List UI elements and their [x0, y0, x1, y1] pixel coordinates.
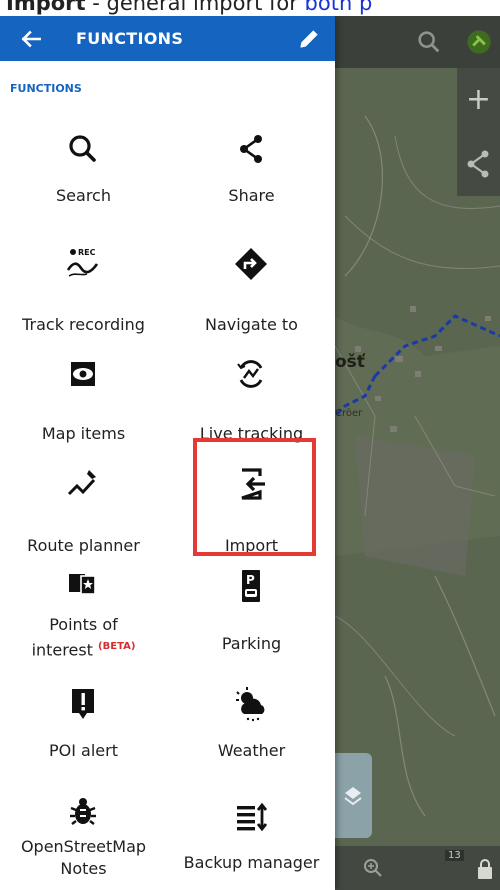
navigate-diamond-icon	[235, 248, 267, 280]
function-route-planner[interactable]: Route planner	[0, 456, 167, 556]
map-village-label: ošť	[335, 352, 365, 372]
function-label: Weather	[217, 741, 286, 760]
map-layers-button[interactable]	[335, 753, 372, 838]
parking-icon: P	[242, 570, 260, 602]
function-weather[interactable]: Weather	[168, 682, 335, 782]
caption-text: Import - general import for both p	[6, 0, 372, 15]
bug-icon	[70, 798, 96, 825]
map-top-bar	[335, 16, 500, 68]
section-title: FUNCTIONS	[10, 82, 82, 95]
function-poi-alert[interactable]: POI alert	[0, 682, 167, 782]
function-label: POI alert	[49, 741, 118, 760]
function-label-line2: Notes	[60, 859, 107, 878]
poi-alert-icon	[72, 689, 94, 719]
map-bottom-bar: 13	[335, 846, 500, 890]
beta-badge: (BETA)	[98, 641, 136, 652]
rec-badge: REC	[78, 248, 96, 257]
app-bar-title: FUNCTIONS	[76, 29, 184, 48]
caption-strip: Import - general import for both p	[0, 0, 500, 16]
live-tracking-icon	[237, 360, 263, 388]
edit-pencil-icon[interactable]	[296, 26, 322, 52]
function-search[interactable]: Search	[0, 123, 167, 223]
app-bar: FUNCTIONS	[0, 16, 335, 61]
gps-satellite-icon[interactable]	[465, 28, 493, 56]
zoom-in-icon[interactable]: +	[457, 68, 500, 132]
back-arrow-icon[interactable]	[18, 26, 44, 52]
search-icon	[69, 135, 96, 162]
map-search-icon[interactable]	[415, 28, 443, 56]
layers-icon	[344, 787, 362, 806]
function-backup-manager[interactable]: Backup manager	[168, 790, 335, 890]
function-label: Parking	[221, 634, 282, 653]
map-road-label: Cröer	[335, 408, 363, 419]
lock-icon[interactable]	[475, 858, 495, 880]
weather-icon	[236, 687, 265, 722]
poi-flag-icon	[69, 574, 96, 595]
map-share-icon[interactable]	[457, 132, 500, 196]
function-label: Backup manager	[183, 853, 320, 872]
svg-text:P: P	[246, 573, 255, 587]
function-openstreetmap-notes[interactable]: OpenStreetMap Notes	[0, 790, 167, 890]
function-navigate-to[interactable]: Navigate to	[168, 234, 335, 334]
function-label: Map items	[41, 424, 126, 443]
map-items-eye-icon	[71, 362, 95, 386]
function-label: Track recording	[22, 315, 145, 334]
route-planner-icon	[67, 470, 96, 496]
function-label: Points of	[49, 615, 118, 634]
function-points-of-interest[interactable]: Points of interest (BETA)	[0, 563, 167, 673]
function-label: Navigate to	[205, 315, 298, 334]
function-share[interactable]: Share	[168, 123, 335, 223]
share-icon	[240, 135, 262, 163]
zoom-magnifier-icon[interactable]	[361, 856, 385, 880]
function-label: Share	[228, 186, 275, 205]
function-track-recording[interactable]: REC Track recording	[0, 234, 167, 334]
caption-link[interactable]: both p	[305, 0, 373, 15]
track-recording-icon: REC	[66, 248, 99, 277]
function-label: Route planner	[27, 536, 140, 555]
backup-manager-icon	[237, 802, 268, 832]
function-map-items[interactable]: Map items	[0, 346, 167, 446]
import-highlight-box	[193, 438, 316, 556]
map-view[interactable]: ošť Cröer + 13	[335, 16, 500, 890]
function-label: Search	[56, 186, 111, 205]
map-side-toolbar: +	[457, 68, 500, 196]
function-label: OpenStreetMap	[20, 837, 147, 856]
function-parking[interactable]: P Parking	[168, 563, 335, 673]
map-scale-badge: 13	[445, 850, 464, 861]
function-live-tracking[interactable]: Live tracking	[168, 346, 335, 446]
function-label-line2: interest (BETA)	[31, 640, 136, 660]
